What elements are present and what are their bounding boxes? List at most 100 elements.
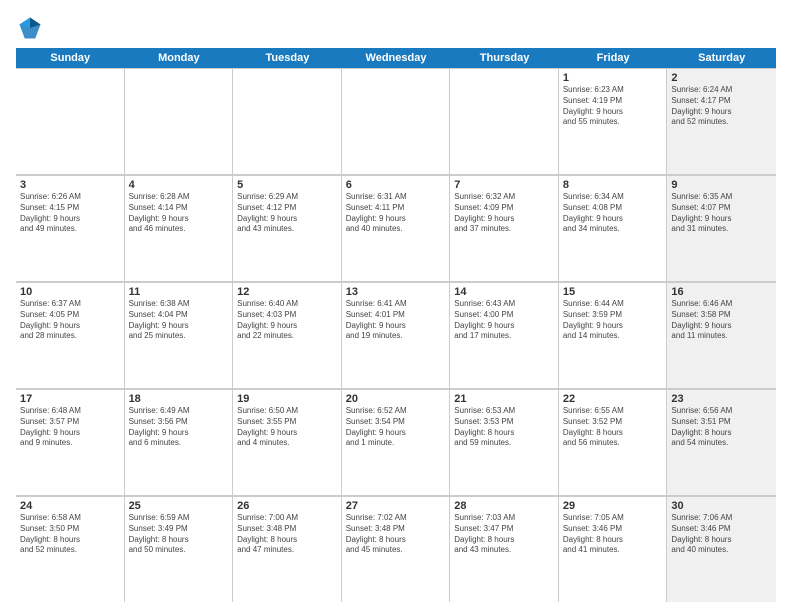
day-number: 28 [454, 500, 554, 512]
day-number: 17 [20, 393, 120, 405]
day-info: Sunrise: 6:28 AM Sunset: 4:14 PM Dayligh… [129, 192, 229, 235]
day-number: 26 [237, 500, 337, 512]
day-cell-2: 2Sunrise: 6:24 AM Sunset: 4:17 PM Daylig… [667, 68, 776, 174]
empty-cell-0-2 [233, 68, 342, 174]
day-cell-5: 5Sunrise: 6:29 AM Sunset: 4:12 PM Daylig… [233, 175, 342, 281]
calendar-row-2: 3Sunrise: 6:26 AM Sunset: 4:15 PM Daylig… [16, 175, 776, 282]
header-day-wednesday: Wednesday [342, 48, 451, 68]
day-number: 25 [129, 500, 229, 512]
header-day-monday: Monday [125, 48, 234, 68]
day-info: Sunrise: 6:37 AM Sunset: 4:05 PM Dayligh… [20, 299, 120, 342]
calendar-header: SundayMondayTuesdayWednesdayThursdayFrid… [16, 48, 776, 68]
day-cell-22: 22Sunrise: 6:55 AM Sunset: 3:52 PM Dayli… [559, 389, 668, 495]
header [16, 10, 776, 42]
day-cell-27: 27Sunrise: 7:02 AM Sunset: 3:48 PM Dayli… [342, 496, 451, 602]
day-cell-28: 28Sunrise: 7:03 AM Sunset: 3:47 PM Dayli… [450, 496, 559, 602]
day-cell-18: 18Sunrise: 6:49 AM Sunset: 3:56 PM Dayli… [125, 389, 234, 495]
day-info: Sunrise: 6:49 AM Sunset: 3:56 PM Dayligh… [129, 406, 229, 449]
day-info: Sunrise: 6:38 AM Sunset: 4:04 PM Dayligh… [129, 299, 229, 342]
day-info: Sunrise: 6:26 AM Sunset: 4:15 PM Dayligh… [20, 192, 120, 235]
day-cell-30: 30Sunrise: 7:06 AM Sunset: 3:46 PM Dayli… [667, 496, 776, 602]
logo [16, 14, 48, 42]
day-cell-11: 11Sunrise: 6:38 AM Sunset: 4:04 PM Dayli… [125, 282, 234, 388]
empty-cell-0-1 [125, 68, 234, 174]
day-number: 24 [20, 500, 120, 512]
day-number: 10 [20, 286, 120, 298]
day-number: 3 [20, 179, 120, 191]
day-info: Sunrise: 7:02 AM Sunset: 3:48 PM Dayligh… [346, 513, 446, 556]
day-cell-20: 20Sunrise: 6:52 AM Sunset: 3:54 PM Dayli… [342, 389, 451, 495]
day-number: 6 [346, 179, 446, 191]
header-day-tuesday: Tuesday [233, 48, 342, 68]
day-info: Sunrise: 6:53 AM Sunset: 3:53 PM Dayligh… [454, 406, 554, 449]
day-info: Sunrise: 6:46 AM Sunset: 3:58 PM Dayligh… [671, 299, 772, 342]
day-info: Sunrise: 6:24 AM Sunset: 4:17 PM Dayligh… [671, 85, 772, 128]
day-number: 16 [671, 286, 772, 298]
day-info: Sunrise: 7:03 AM Sunset: 3:47 PM Dayligh… [454, 513, 554, 556]
day-number: 8 [563, 179, 663, 191]
day-info: Sunrise: 6:43 AM Sunset: 4:00 PM Dayligh… [454, 299, 554, 342]
day-cell-24: 24Sunrise: 6:58 AM Sunset: 3:50 PM Dayli… [16, 496, 125, 602]
day-number: 1 [563, 72, 663, 84]
day-number: 7 [454, 179, 554, 191]
day-number: 19 [237, 393, 337, 405]
empty-cell-0-4 [450, 68, 559, 174]
day-cell-19: 19Sunrise: 6:50 AM Sunset: 3:55 PM Dayli… [233, 389, 342, 495]
day-info: Sunrise: 6:40 AM Sunset: 4:03 PM Dayligh… [237, 299, 337, 342]
day-info: Sunrise: 6:31 AM Sunset: 4:11 PM Dayligh… [346, 192, 446, 235]
empty-cell-0-3 [342, 68, 451, 174]
day-number: 23 [671, 393, 772, 405]
day-number: 20 [346, 393, 446, 405]
day-info: Sunrise: 6:48 AM Sunset: 3:57 PM Dayligh… [20, 406, 120, 449]
calendar-row-5: 24Sunrise: 6:58 AM Sunset: 3:50 PM Dayli… [16, 496, 776, 602]
day-number: 15 [563, 286, 663, 298]
calendar-row-4: 17Sunrise: 6:48 AM Sunset: 3:57 PM Dayli… [16, 389, 776, 496]
header-day-saturday: Saturday [667, 48, 776, 68]
day-cell-13: 13Sunrise: 6:41 AM Sunset: 4:01 PM Dayli… [342, 282, 451, 388]
day-cell-17: 17Sunrise: 6:48 AM Sunset: 3:57 PM Dayli… [16, 389, 125, 495]
logo-icon [16, 14, 44, 42]
day-number: 27 [346, 500, 446, 512]
day-info: Sunrise: 6:29 AM Sunset: 4:12 PM Dayligh… [237, 192, 337, 235]
day-info: Sunrise: 6:34 AM Sunset: 4:08 PM Dayligh… [563, 192, 663, 235]
empty-cell-0-0 [16, 68, 125, 174]
day-cell-16: 16Sunrise: 6:46 AM Sunset: 3:58 PM Dayli… [667, 282, 776, 388]
day-number: 5 [237, 179, 337, 191]
day-info: Sunrise: 6:56 AM Sunset: 3:51 PM Dayligh… [671, 406, 772, 449]
day-info: Sunrise: 6:52 AM Sunset: 3:54 PM Dayligh… [346, 406, 446, 449]
day-cell-6: 6Sunrise: 6:31 AM Sunset: 4:11 PM Daylig… [342, 175, 451, 281]
day-info: Sunrise: 6:59 AM Sunset: 3:49 PM Dayligh… [129, 513, 229, 556]
day-cell-10: 10Sunrise: 6:37 AM Sunset: 4:05 PM Dayli… [16, 282, 125, 388]
day-cell-15: 15Sunrise: 6:44 AM Sunset: 3:59 PM Dayli… [559, 282, 668, 388]
day-cell-9: 9Sunrise: 6:35 AM Sunset: 4:07 PM Daylig… [667, 175, 776, 281]
day-info: Sunrise: 6:41 AM Sunset: 4:01 PM Dayligh… [346, 299, 446, 342]
day-number: 30 [671, 500, 772, 512]
header-day-sunday: Sunday [16, 48, 125, 68]
day-number: 14 [454, 286, 554, 298]
day-info: Sunrise: 7:00 AM Sunset: 3:48 PM Dayligh… [237, 513, 337, 556]
calendar-row-3: 10Sunrise: 6:37 AM Sunset: 4:05 PM Dayli… [16, 282, 776, 389]
day-info: Sunrise: 6:55 AM Sunset: 3:52 PM Dayligh… [563, 406, 663, 449]
day-cell-7: 7Sunrise: 6:32 AM Sunset: 4:09 PM Daylig… [450, 175, 559, 281]
day-info: Sunrise: 7:06 AM Sunset: 3:46 PM Dayligh… [671, 513, 772, 556]
calendar-body: 1Sunrise: 6:23 AM Sunset: 4:19 PM Daylig… [16, 68, 776, 602]
header-day-thursday: Thursday [450, 48, 559, 68]
header-day-friday: Friday [559, 48, 668, 68]
day-number: 18 [129, 393, 229, 405]
calendar-row-1: 1Sunrise: 6:23 AM Sunset: 4:19 PM Daylig… [16, 68, 776, 175]
day-info: Sunrise: 6:32 AM Sunset: 4:09 PM Dayligh… [454, 192, 554, 235]
day-cell-25: 25Sunrise: 6:59 AM Sunset: 3:49 PM Dayli… [125, 496, 234, 602]
day-cell-1: 1Sunrise: 6:23 AM Sunset: 4:19 PM Daylig… [559, 68, 668, 174]
day-info: Sunrise: 6:58 AM Sunset: 3:50 PM Dayligh… [20, 513, 120, 556]
day-cell-26: 26Sunrise: 7:00 AM Sunset: 3:48 PM Dayli… [233, 496, 342, 602]
day-cell-21: 21Sunrise: 6:53 AM Sunset: 3:53 PM Dayli… [450, 389, 559, 495]
day-info: Sunrise: 6:50 AM Sunset: 3:55 PM Dayligh… [237, 406, 337, 449]
day-cell-4: 4Sunrise: 6:28 AM Sunset: 4:14 PM Daylig… [125, 175, 234, 281]
calendar: SundayMondayTuesdayWednesdayThursdayFrid… [16, 48, 776, 602]
day-cell-8: 8Sunrise: 6:34 AM Sunset: 4:08 PM Daylig… [559, 175, 668, 281]
day-number: 2 [671, 72, 772, 84]
day-info: Sunrise: 6:35 AM Sunset: 4:07 PM Dayligh… [671, 192, 772, 235]
day-cell-23: 23Sunrise: 6:56 AM Sunset: 3:51 PM Dayli… [667, 389, 776, 495]
day-cell-29: 29Sunrise: 7:05 AM Sunset: 3:46 PM Dayli… [559, 496, 668, 602]
day-cell-12: 12Sunrise: 6:40 AM Sunset: 4:03 PM Dayli… [233, 282, 342, 388]
